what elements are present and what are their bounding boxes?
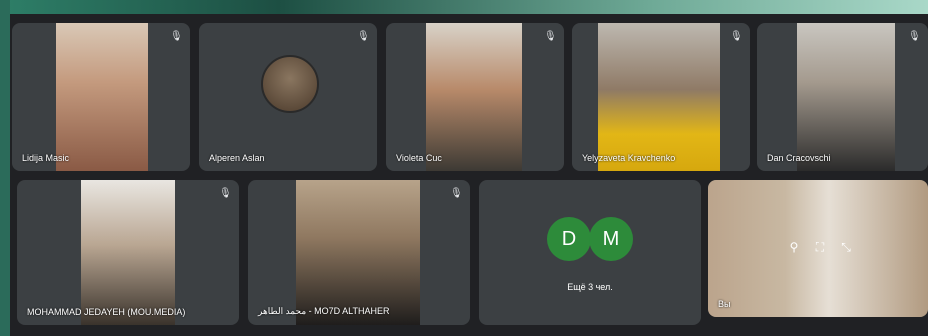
more-participants-label: Ещё 3 чел. bbox=[567, 282, 613, 292]
participant-tile-violeta[interactable]: 🎙 Violeta Cuc bbox=[386, 23, 564, 171]
pin-icon[interactable]: ⚲ bbox=[785, 238, 803, 256]
participant-name: Yelyzaveta Kravchenko bbox=[582, 153, 676, 163]
participant-tile-lidija[interactable]: 🎙 Lidija Masic bbox=[12, 23, 190, 171]
participant-name: Violeta Cuc bbox=[396, 153, 442, 163]
participant-name: Dan Cracovschi bbox=[767, 153, 831, 163]
background-accent-left bbox=[0, 0, 10, 336]
participant-name: Lidija Masic bbox=[22, 153, 70, 163]
avatar bbox=[261, 55, 319, 114]
participant-tile-mohammad[interactable]: 🎙 MOHAMMAD JEDAYEH (MOU.MEDIA) bbox=[17, 180, 239, 325]
participant-name: محمد الطاهر - MO7D ALTHAHER bbox=[258, 306, 390, 316]
participant-video bbox=[598, 23, 720, 171]
collapse-icon[interactable]: ⤡ bbox=[837, 238, 855, 256]
participant-tile-alperen[interactable]: 🎙 Alperen Aslan bbox=[199, 23, 377, 171]
participant-video bbox=[797, 23, 895, 171]
participant-video bbox=[81, 180, 175, 325]
mic-off-icon: 🎙 bbox=[908, 31, 921, 42]
participant-video bbox=[296, 180, 420, 325]
participant-tile-mo7d[interactable]: 🎙 محمد الطاهر - MO7D ALTHAHER bbox=[248, 180, 470, 325]
participant-tile-dan[interactable]: 🎙 Dan Cracovschi bbox=[757, 23, 928, 171]
mic-off-icon: 🎙 bbox=[450, 188, 463, 199]
background-accent bbox=[0, 0, 928, 14]
mic-off-icon: 🎙 bbox=[730, 31, 743, 42]
mic-off-icon: 🎙 bbox=[170, 31, 183, 42]
participant-name: Alperen Aslan bbox=[209, 153, 265, 163]
more-participants-tile[interactable]: D M Ещё 3 чел. bbox=[479, 180, 701, 325]
participant-video bbox=[56, 23, 148, 171]
avatar-m: M bbox=[589, 217, 633, 261]
self-view-tile[interactable]: ⚲ ⛶ ⤡ Вы bbox=[708, 180, 928, 317]
participant-name: MOHAMMAD JEDAYEH (MOU.MEDIA) bbox=[27, 307, 186, 317]
mic-off-icon: 🎙 bbox=[219, 188, 232, 199]
participant-video bbox=[426, 23, 522, 171]
participant-name: Вы bbox=[718, 299, 731, 309]
fullscreen-icon[interactable]: ⛶ bbox=[811, 238, 829, 256]
mic-off-icon: 🎙 bbox=[357, 31, 370, 42]
avatar-d: D bbox=[547, 217, 591, 261]
participant-tile-yelyzaveta[interactable]: 🎙 Yelyzaveta Kravchenko bbox=[572, 23, 750, 171]
mic-off-icon: 🎙 bbox=[544, 31, 557, 42]
